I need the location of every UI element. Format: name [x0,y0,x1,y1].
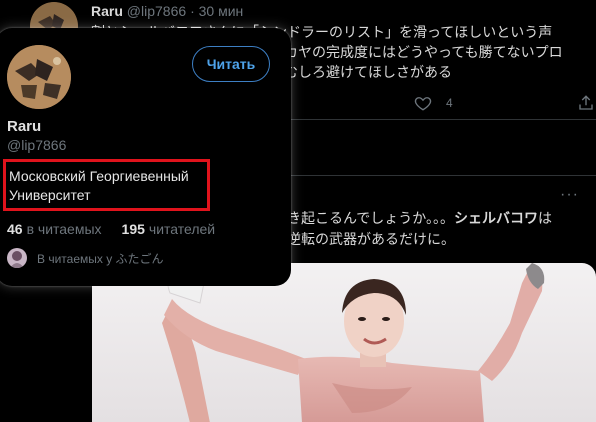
mutual-followers[interactable]: В читаемых у ふたごん [7,248,164,268]
profile-handle[interactable]: @lip7866 [7,137,66,153]
tweet-author-handle[interactable]: @lip7866 [127,3,186,19]
heart-icon[interactable] [414,94,432,112]
tweet-author-name[interactable]: Raru [91,3,123,19]
tweet-text-line: 逆転の武器があるだけに。 [287,229,592,250]
mutual-follower-avatar [7,248,27,268]
profile-stats: 46 в читаемых 195 читателей [7,221,235,237]
following-label[interactable]: в читаемых [27,221,102,237]
like-count: 4 [446,96,453,110]
profile-bio: Московский Георгиевенный Университет [3,159,210,211]
followers-label[interactable]: читателей [149,221,215,237]
figure-skater-photo[interactable] [92,263,596,422]
profile-name[interactable]: Raru [7,118,41,135]
profile-hover-card[interactable]: Читать Raru @lip7866 Московский Георгиев… [0,28,291,286]
follow-button[interactable]: Читать [192,46,270,82]
tweet-text-segment: き起こるんでしょうか。。。 [287,210,455,226]
tweet-text-line: き起こるんでしょうか。。。シェルバコワは [287,208,592,229]
tweet-timestamp[interactable]: · 30 мин [190,3,243,19]
tweet-text-bold: シェルバコワ [454,210,539,226]
tweet-header: Raru @lip7866 · 30 мин [91,3,243,19]
following-count[interactable]: 46 [7,221,23,237]
tweet-text-segment: は [538,210,553,226]
tweet-actions: 4 [414,94,453,112]
mutual-followers-text: В читаемых у ふたごん [37,251,164,266]
tweet-text: き起こるんでしょうか。。。シェルバコワは 逆転の武器があるだけに。 [287,208,592,250]
followers-count[interactable]: 195 [122,221,145,237]
more-options-icon[interactable]: ··· [560,186,579,204]
profile-avatar[interactable] [7,45,71,109]
tweet-text-segment: 逆転の武器があるだけに。 [287,231,455,247]
share-icon[interactable] [577,94,595,112]
